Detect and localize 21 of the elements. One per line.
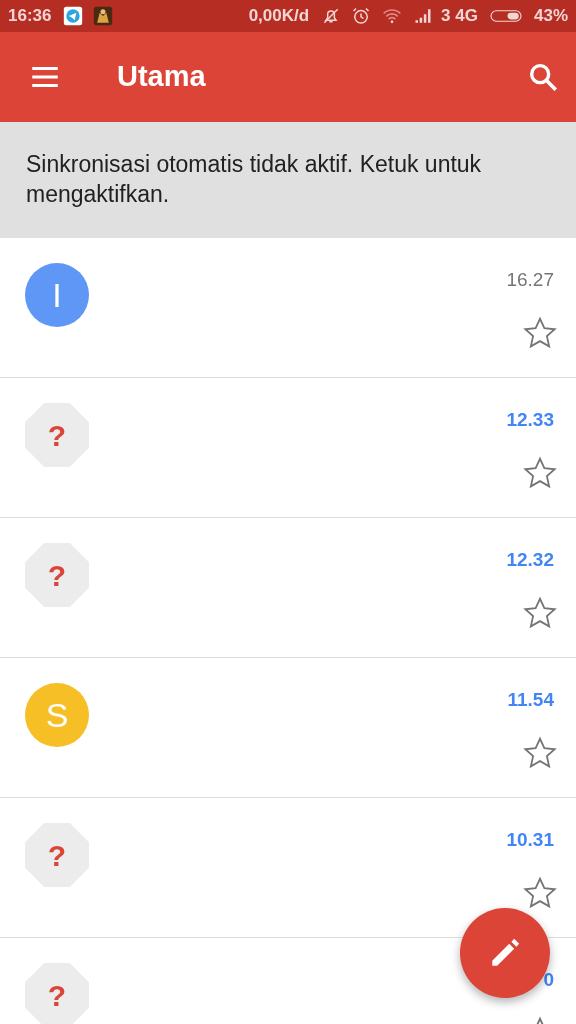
unknown-avatar: ? <box>25 823 89 887</box>
message-time: 12.32 <box>506 548 554 572</box>
battery-percent: 43% <box>533 5 568 28</box>
message-time: 0 <box>543 968 554 992</box>
unknown-avatar: ? <box>25 543 89 607</box>
avatar: S <box>25 683 89 747</box>
avatar: I <box>25 263 89 327</box>
status-time: 16:36 <box>8 5 52 28</box>
network-speed: 0,00K/d <box>248 5 310 28</box>
game-app-icon[interactable] <box>93 6 114 26</box>
alarm-icon <box>351 6 372 26</box>
unknown-avatar: ? <box>25 403 89 467</box>
telegram-icon[interactable] <box>63 6 84 26</box>
message-time: 11.54 <box>507 688 554 712</box>
signal-icon <box>413 6 434 26</box>
message-time: 10.31 <box>506 828 554 852</box>
unknown-avatar: ? <box>25 963 89 1024</box>
network-type: 3 4G <box>441 5 478 28</box>
message-time: 12.33 <box>506 408 554 432</box>
app-title: Utama <box>117 59 207 95</box>
message-time: 16.27 <box>506 268 554 292</box>
